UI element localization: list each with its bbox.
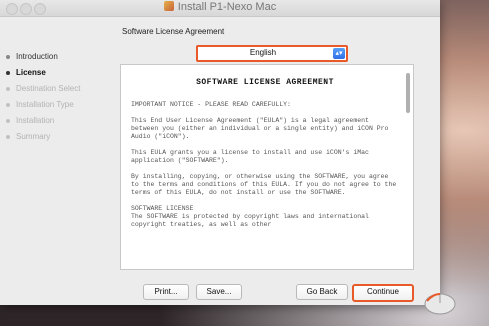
sidebar-step-label: Introduction — [16, 52, 58, 61]
print-button[interactable]: Print... — [143, 284, 189, 300]
sidebar-step-summary: Summary — [0, 130, 120, 144]
license-paragraph: By installing, copying, or otherwise usi… — [131, 173, 397, 196]
chevron-updown-icon: ▴▾ — [333, 48, 345, 59]
license-paragraph: SOFTWARE LICENSE The SOFTWARE is protect… — [131, 205, 369, 228]
sidebar-step-label: Destination Select — [16, 84, 81, 93]
steps-sidebar: Introduction License Destination Select … — [0, 50, 120, 146]
sidebar-step-label: License — [16, 68, 46, 77]
license-paragraph: This EULA grants you a license to instal… — [131, 149, 369, 164]
go-back-button[interactable]: Go Back — [296, 284, 348, 300]
step-bullet-icon — [6, 103, 10, 107]
scrollbar-thumb[interactable] — [406, 73, 410, 113]
step-bullet-icon — [6, 135, 10, 139]
sidebar-step-license: License — [0, 66, 120, 80]
step-bullet-icon — [6, 119, 10, 123]
license-paragraph: This End User License Agreement ("EULA")… — [131, 117, 389, 140]
sidebar-step-label: Installation — [16, 116, 55, 125]
language-select-value: English — [249, 48, 277, 57]
save-button[interactable]: Save... — [196, 284, 242, 300]
sidebar-step-label: Installation Type — [16, 100, 74, 109]
license-heading: SOFTWARE LICENSE AGREEMENT — [196, 78, 334, 87]
pane-title: Software License Agreement — [122, 27, 225, 36]
window-title: Install P1-Nexo Mac — [0, 1, 440, 13]
mouse-pointer-icon — [424, 293, 456, 315]
installer-app-icon — [163, 1, 174, 11]
step-bullet-icon — [6, 71, 10, 75]
step-bullet-icon — [6, 87, 10, 91]
sidebar-step-label: Summary — [16, 132, 51, 141]
license-text-area[interactable]: SOFTWARE LICENSE AGREEMENT IMPORTANT NOT… — [120, 64, 414, 270]
sidebar-step-destination-select: Destination Select — [0, 82, 120, 96]
license-paragraph: IMPORTANT NOTICE - PLEASE READ CAREFULLY… — [131, 101, 291, 108]
window-title-text: Install P1-Nexo Mac — [177, 1, 277, 13]
sidebar-step-introduction: Introduction — [0, 50, 120, 64]
step-bullet-icon — [6, 55, 10, 59]
continue-button[interactable]: Continue — [352, 284, 414, 302]
sidebar-step-installation-type: Installation Type — [0, 98, 120, 112]
language-select[interactable]: English ▴▾ — [196, 45, 348, 62]
installer-window: Install P1-Nexo Mac Introduction License… — [0, 0, 440, 305]
sidebar-step-installation: Installation — [0, 114, 120, 128]
title-bar: Install P1-Nexo Mac — [0, 0, 440, 17]
